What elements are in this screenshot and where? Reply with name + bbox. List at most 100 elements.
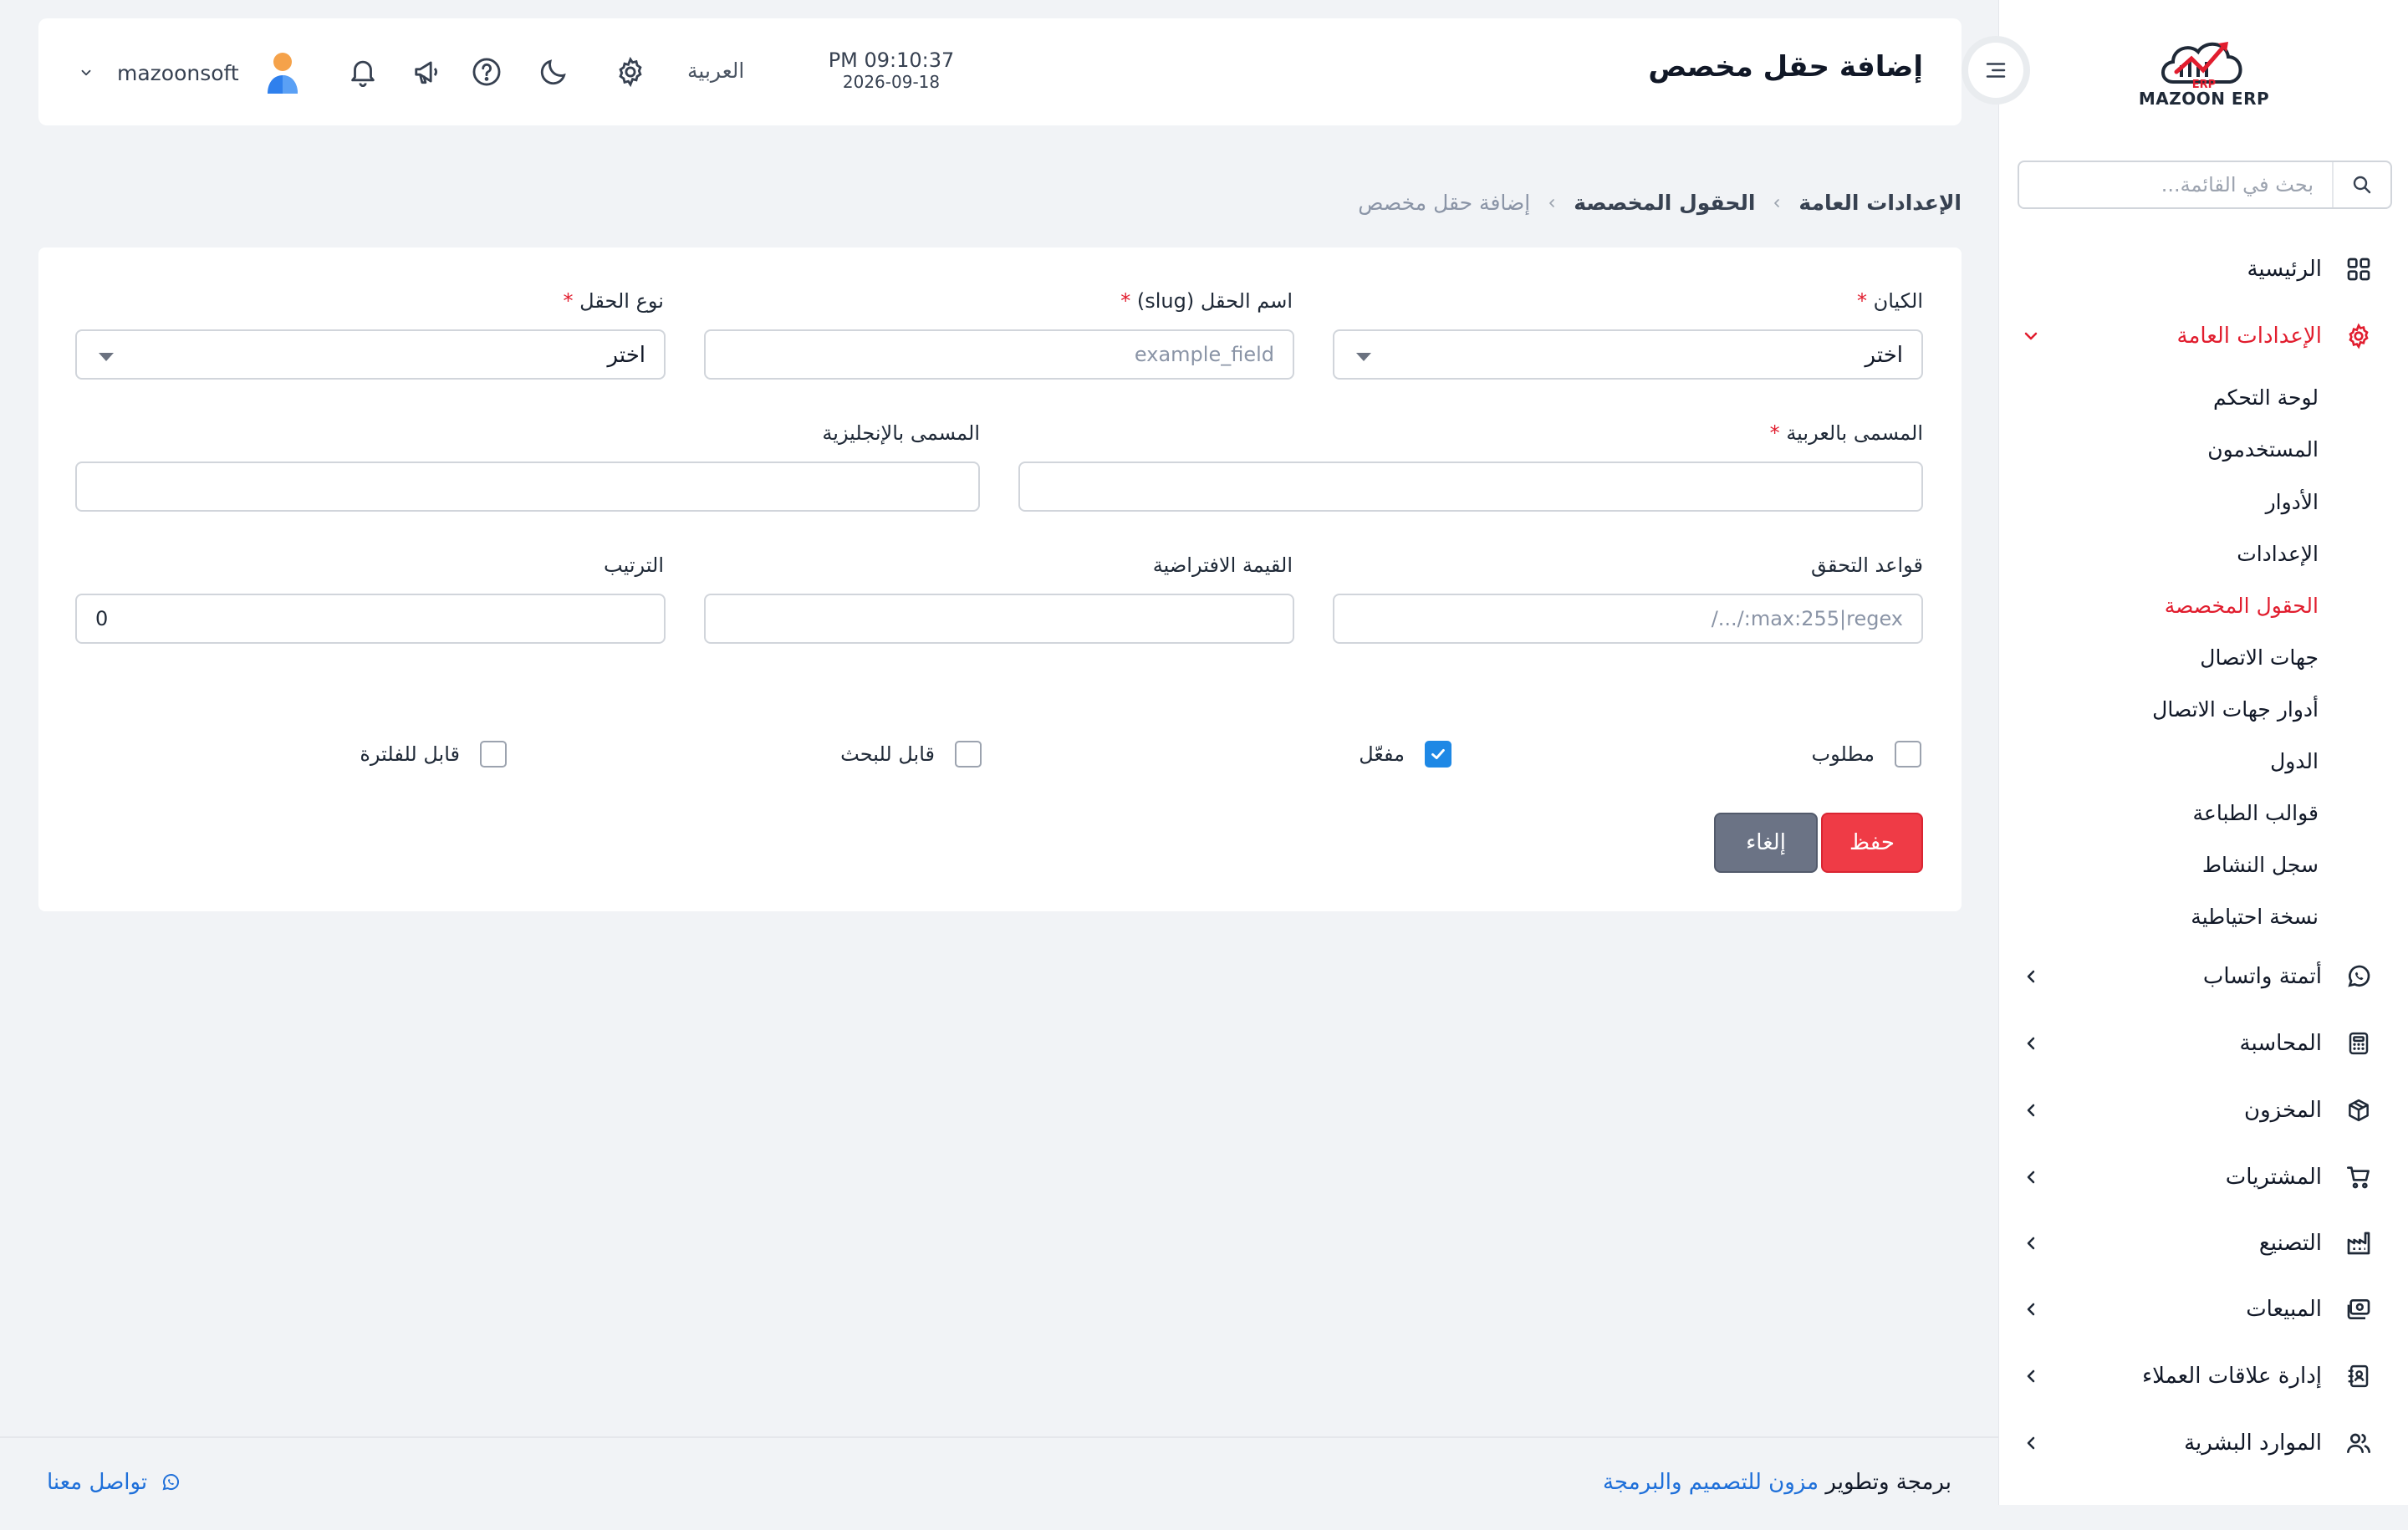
- sidebar-item-label: الموارد البشرية: [2184, 1431, 2322, 1456]
- chevron-left-icon: [1770, 196, 1783, 210]
- sidebar-subitem-settings[interactable]: الإعدادات: [1999, 533, 2408, 574]
- sidebar-subitem-label: الدول: [2270, 748, 2319, 773]
- name-en-input[interactable]: [75, 462, 980, 512]
- help-icon[interactable]: [470, 55, 503, 89]
- chevron-left-icon: [2021, 1100, 2041, 1120]
- sidebar-subitem-label: الأدوار: [2265, 489, 2319, 514]
- language-switch[interactable]: العربية: [687, 59, 744, 83]
- clock: PM 09:10:37 2026-09-18: [794, 48, 988, 92]
- sidebar-item-label: الإعدادات العامة: [2176, 324, 2322, 349]
- default-value-input[interactable]: [704, 594, 1294, 644]
- required-checkbox-label: مطلوب: [1811, 742, 1875, 766]
- user-name: mazoonsoft: [117, 60, 239, 85]
- required-checkbox-group[interactable]: مطلوب: [1812, 741, 1921, 768]
- caret-down-icon: [99, 353, 114, 361]
- whatsapp-icon: [161, 1472, 181, 1492]
- sidebar-item-manufacturing[interactable]: التصنيع: [1999, 1218, 2408, 1268]
- contacts-book-icon: [2334, 1364, 2384, 1389]
- order-input[interactable]: [75, 594, 666, 644]
- caret-down-icon: [1356, 353, 1371, 361]
- searchable-checkbox-label: قابل للبحث: [840, 742, 935, 766]
- sidebar-item-general-settings[interactable]: الإعدادات العامة: [1999, 311, 2408, 361]
- searchable-checkbox[interactable]: [955, 741, 982, 768]
- sidebar-subitem-label: المستخدمون: [2207, 436, 2319, 462]
- top-header: إضافة حقل مخصص PM 09:10:37 2026-09-18 ال…: [38, 18, 1962, 125]
- field-type-label: نوع الحقل *: [563, 289, 664, 313]
- filterable-checkbox-group[interactable]: قابل للفلترة: [360, 741, 507, 768]
- chevron-left-icon: [2021, 1366, 2041, 1386]
- filterable-checkbox[interactable]: [480, 741, 507, 768]
- slug-input[interactable]: [704, 329, 1294, 380]
- cash-icon: [2334, 1296, 2384, 1323]
- save-button[interactable]: حفظ: [1821, 813, 1923, 873]
- sidebar-item-label: الرئيسية: [2247, 257, 2322, 282]
- user-menu[interactable]: mazoonsoft: [79, 50, 303, 95]
- sidebar: ERP MAZOON ERP الرئيسية الإعدادات العامة…: [1998, 0, 2408, 1505]
- cancel-button[interactable]: إلغاء: [1714, 813, 1818, 873]
- sidebar-item-whatsapp[interactable]: أتمتة واتساب: [1999, 951, 2408, 1002]
- chevron-left-icon: [2021, 1433, 2041, 1453]
- cart-icon: [2334, 1164, 2384, 1191]
- sidebar-subitem-label: قوالب الطباعة: [2192, 800, 2319, 825]
- sidebar-item-hr[interactable]: الموارد البشرية: [1999, 1418, 2408, 1468]
- breadcrumb-parent-link[interactable]: الحقول المخصصة: [1574, 191, 1755, 215]
- custom-field-form: الكيان * اختر اسم الحقل (slug) * نوع الح…: [38, 247, 1962, 911]
- sidebar-item-home[interactable]: الرئيسية: [1999, 244, 2408, 294]
- sidebar-item-purchases[interactable]: المشتريات: [1999, 1152, 2408, 1202]
- brand-logo[interactable]: ERP MAZOON ERP: [1999, 33, 2408, 117]
- enabled-checkbox[interactable]: [1425, 741, 1451, 768]
- sidebar-subitem-contacts[interactable]: جهات الاتصال: [1999, 636, 2408, 678]
- breadcrumb-root-link[interactable]: الإعدادات العامة: [1798, 191, 1962, 215]
- menu-toggle-icon: [1986, 63, 2006, 78]
- validation-rules-input[interactable]: [1333, 594, 1923, 644]
- chevron-left-icon: [2021, 1299, 2041, 1319]
- sidebar-item-sales[interactable]: المبيعات: [1999, 1284, 2408, 1334]
- name-ar-input[interactable]: [1018, 462, 1923, 512]
- sidebar-item-label: المحاسبة: [2239, 1031, 2322, 1056]
- sidebar-subitem-custom-fields[interactable]: الحقول المخصصة: [1999, 584, 2408, 626]
- contact-us-label: تواصل معنا: [47, 1470, 148, 1495]
- sidebar-subitem-countries[interactable]: الدول: [1999, 740, 2408, 782]
- entity-select[interactable]: اختر: [1333, 329, 1923, 380]
- sidebar-item-inventory[interactable]: المخزون: [1999, 1085, 2408, 1135]
- name-en-label: المسمى بالإنجليزية: [822, 421, 980, 445]
- sidebar-subitem-label: لوحة التحكم: [2212, 385, 2319, 410]
- sidebar-item-crm[interactable]: إدارة علاقات العملاء: [1999, 1351, 2408, 1401]
- avatar: [263, 50, 303, 95]
- dark-mode-moon-icon[interactable]: [537, 55, 570, 89]
- sidebar-subitem-contact-roles[interactable]: أدوار جهات الاتصال: [1999, 688, 2408, 730]
- field-type-select[interactable]: اختر: [75, 329, 666, 380]
- chevron-left-icon: [1545, 196, 1559, 210]
- entity-label: الكيان *: [1856, 289, 1923, 313]
- gear-icon: [2334, 323, 2384, 349]
- sidebar-subitem-dashboard[interactable]: لوحة التحكم: [1999, 376, 2408, 418]
- contact-us-link[interactable]: تواصل معنا: [47, 1470, 181, 1495]
- sidebar-item-label: المشتريات: [2225, 1165, 2322, 1190]
- sidebar-subitem-print-templates[interactable]: قوالب الطباعة: [1999, 792, 2408, 834]
- notifications-bell-icon[interactable]: [346, 55, 380, 89]
- box-icon: [2334, 1098, 2384, 1123]
- sidebar-search-input[interactable]: [2019, 162, 2332, 207]
- enabled-checkbox-group[interactable]: مفعّل: [1359, 741, 1451, 768]
- sidebar-item-accounting[interactable]: المحاسبة: [1999, 1018, 2408, 1068]
- sidebar-toggle-button[interactable]: [1962, 36, 2030, 105]
- sidebar-subitem-label: الحقول المخصصة: [2164, 593, 2319, 618]
- sidebar-subitem-label: سجل النشاط: [2201, 852, 2319, 877]
- footer-company-link[interactable]: مزون للتصميم والبرمجة: [1603, 1470, 1819, 1495]
- page-title: إضافة حقل مخصص: [1648, 50, 1923, 84]
- sidebar-subitem-activity-log[interactable]: سجل النشاط: [1999, 844, 2408, 885]
- sidebar-subitem-label: جهات الاتصال: [2200, 645, 2319, 670]
- settings-gear-icon[interactable]: [614, 55, 647, 89]
- whatsapp-icon: [2334, 963, 2384, 990]
- required-checkbox[interactable]: [1895, 741, 1921, 768]
- megaphone-icon[interactable]: [411, 55, 445, 89]
- sidebar-subitem-roles[interactable]: الأدوار: [1999, 481, 2408, 523]
- sidebar-subitem-backup[interactable]: نسخة احتياطية: [1999, 895, 2408, 937]
- footer: برمجة وتطوير مزون للتصميم والبرمجة تواصل…: [0, 1436, 1998, 1530]
- search-icon[interactable]: [2332, 162, 2390, 207]
- field-type-select-value: اختر: [607, 343, 646, 368]
- chevron-left-icon: [2021, 966, 2041, 987]
- calculator-icon: [2334, 1031, 2384, 1056]
- searchable-checkbox-group[interactable]: قابل للبحث: [840, 741, 982, 768]
- sidebar-subitem-users[interactable]: المستخدمون: [1999, 428, 2408, 470]
